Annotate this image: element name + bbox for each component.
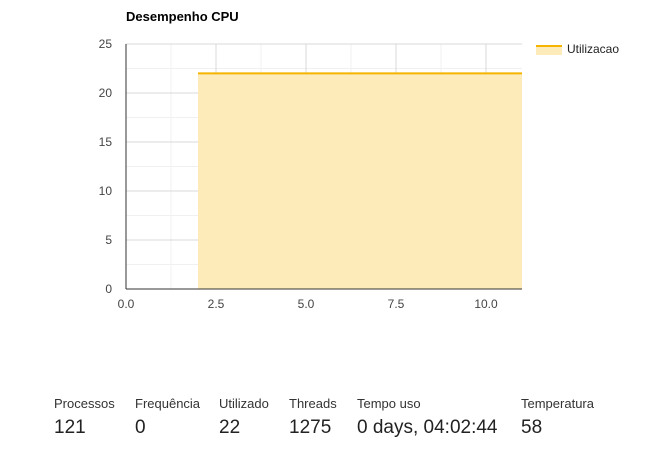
area-fill-series-0 — [198, 73, 522, 290]
y-tick-label: 5 — [105, 233, 112, 247]
x-tick-label: 7.5 — [388, 297, 405, 311]
x-tick-label: 5.0 — [298, 297, 315, 311]
y-tick-label: 15 — [99, 135, 113, 149]
stat-value: 1275 — [289, 417, 332, 438]
stat-label: Utilizado — [219, 396, 269, 411]
stat-value: 121 — [54, 417, 86, 438]
stat-frequencia: Frequência 0 — [135, 396, 200, 439]
stat-value: 0 — [135, 417, 146, 438]
chart-svg: 0 5 10 15 20 25 0.0 2.5 5.0 7.5 10.0 Utilizacao — [99, 37, 620, 311]
stat-label: Threads — [289, 396, 337, 411]
y-tick-label: 25 — [99, 37, 113, 51]
legend-label: Utilizacao — [567, 42, 619, 56]
stat-tempo-uso: Tempo uso 0 days, 04:02:44 — [357, 396, 498, 439]
stat-processos: Processos 121 — [54, 396, 115, 439]
cpu-performance-chart: Desempenho CPU 0 5 10 15 20 25 0.0 2.5 5.0 7.5 10.… — [0, 0, 650, 330]
stat-value: 58 — [521, 417, 543, 438]
stat-label: Tempo uso — [357, 396, 421, 411]
stat-value: 0 days, 04:02:44 — [357, 417, 498, 438]
stat-label: Processos — [54, 396, 115, 411]
x-tick-label: 0.0 — [118, 297, 135, 311]
y-tick-label: 0 — [105, 282, 112, 296]
stats-panel: Processos 121 Frequência 0 Utilizado 22 … — [0, 396, 650, 450]
stat-label: Temperatura — [521, 396, 594, 411]
x-tick-label: 10.0 — [474, 297, 498, 311]
stat-utilizado: Utilizado 22 — [219, 396, 269, 439]
stat-value: 22 — [219, 417, 241, 438]
y-tick-label: 10 — [99, 184, 113, 198]
x-tick-label: 2.5 — [208, 297, 225, 311]
y-tick-label: 20 — [99, 86, 113, 100]
stat-temperatura: Temperatura 58 — [521, 396, 594, 439]
stat-label: Frequência — [135, 396, 201, 411]
stat-threads: Threads 1275 — [289, 396, 337, 439]
